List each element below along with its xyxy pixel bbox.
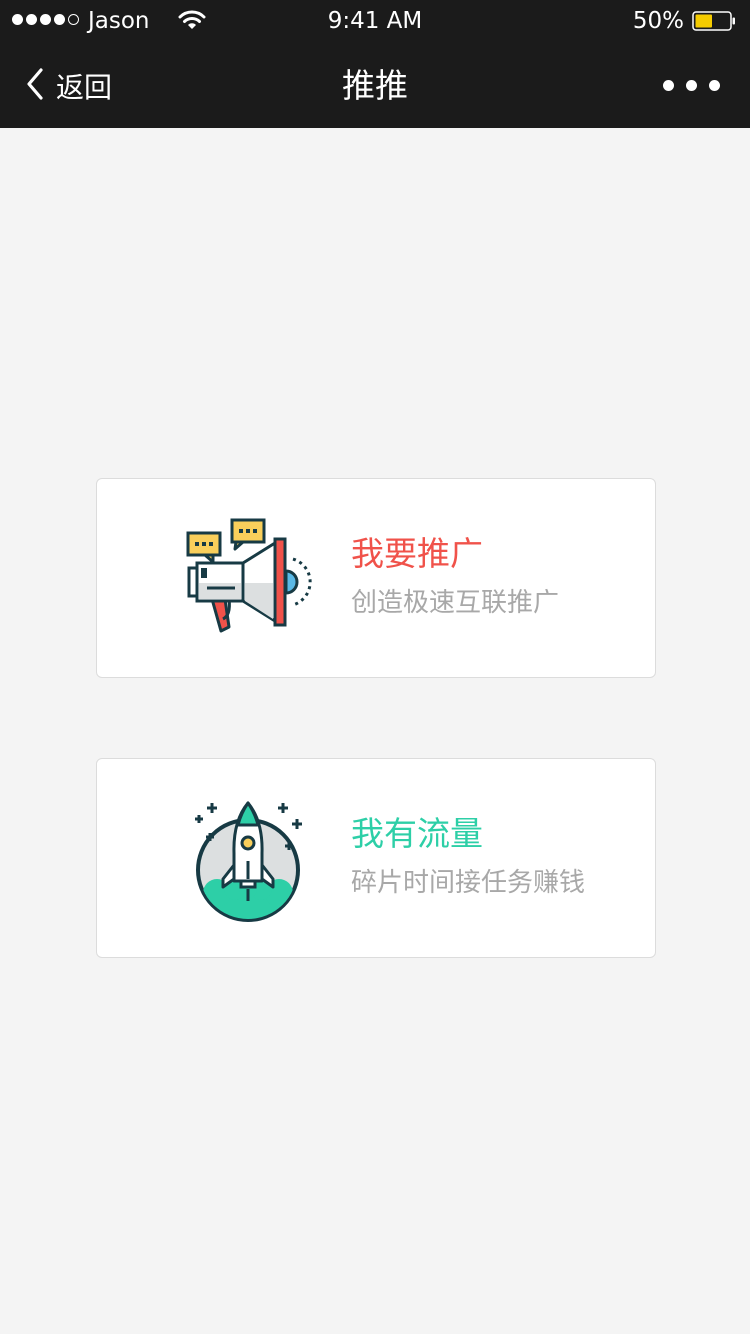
more-dots-icon[interactable]: [663, 80, 720, 91]
page-title: 推推: [342, 66, 408, 105]
traffic-subtitle: 碎片时间接任务赚钱: [351, 868, 586, 898]
rocket-icon: [183, 795, 313, 925]
promote-title: 我要推广: [351, 534, 483, 573]
promote-card[interactable]: 我要推广 创造极速互联推广: [96, 478, 656, 678]
traffic-card[interactable]: 我有流量 碎片时间接任务赚钱: [96, 758, 656, 958]
navigation-bar: 返回 推推: [0, 44, 750, 128]
battery-percentage: 50%: [632, 8, 684, 34]
status-bar: Jason 9:41 AM 50%: [0, 0, 750, 44]
megaphone-icon: [183, 515, 313, 645]
promote-subtitle: 创造极速互联推广: [351, 588, 560, 618]
battery-icon: [692, 11, 736, 31]
traffic-title: 我有流量: [351, 814, 483, 853]
